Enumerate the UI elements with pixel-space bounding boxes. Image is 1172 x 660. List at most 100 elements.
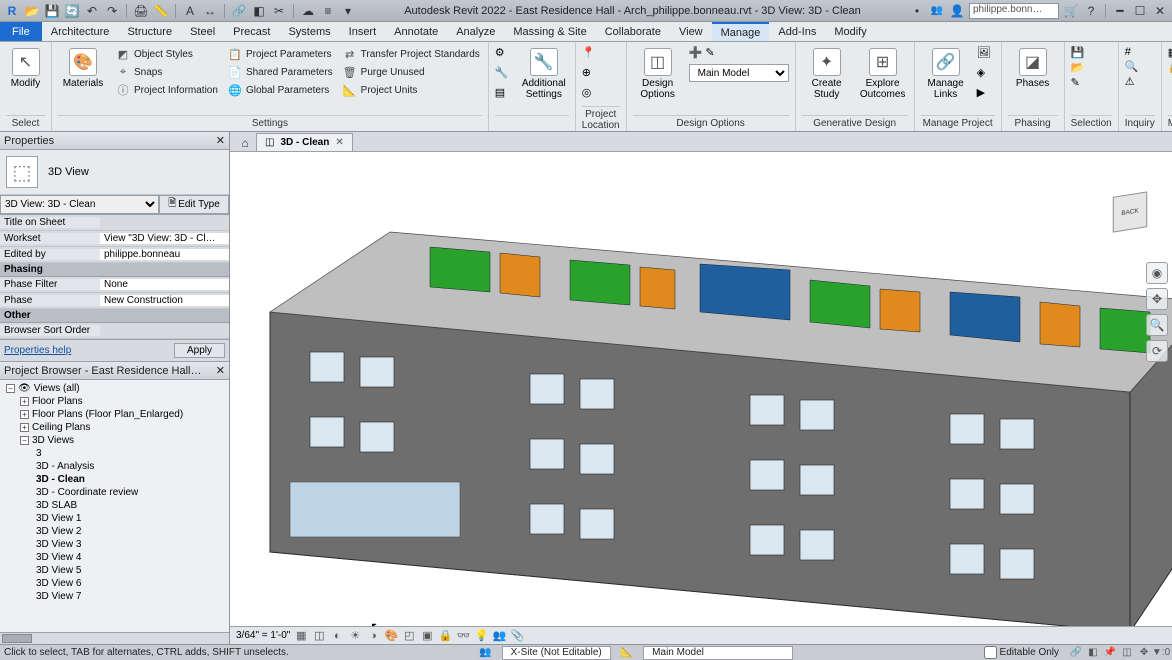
- ids-icon[interactable]: #: [1125, 46, 1139, 58]
- close-icon[interactable]: ✕: [1152, 3, 1168, 19]
- select-by-id-icon[interactable]: 🔍: [1125, 60, 1139, 73]
- tree-group[interactable]: +Floor Plans (Floor Plan_Enlarged): [6, 408, 229, 421]
- search-icon[interactable]: •: [909, 3, 925, 19]
- panel-phasing[interactable]: Phasing: [1008, 115, 1058, 131]
- prop-row[interactable]: Browser Sort Order: [0, 323, 229, 339]
- tab-precast[interactable]: Precast: [224, 22, 279, 41]
- model-icon[interactable]: 📐: [621, 647, 633, 658]
- maximize-icon[interactable]: ☐: [1132, 3, 1148, 19]
- tab-steel[interactable]: Steel: [181, 22, 224, 41]
- design-options-button[interactable]: ◫Design Options: [633, 44, 683, 100]
- rendering-icon[interactable]: 🎨: [384, 629, 398, 643]
- dimension-icon[interactable]: ↔: [202, 3, 218, 19]
- tab-view[interactable]: View: [670, 22, 712, 41]
- project-parameters-button[interactable]: 📋Project Parameters: [226, 46, 335, 62]
- signin-icon[interactable]: 👤: [949, 3, 965, 19]
- shared-parameters-button[interactable]: 📄Shared Parameters: [226, 64, 335, 80]
- visual-style-icon[interactable]: ◐: [330, 629, 344, 643]
- tree-view-item[interactable]: 3: [6, 447, 229, 460]
- tab-modify[interactable]: Modify: [825, 22, 875, 41]
- global-parameters-button[interactable]: 🌐Global Parameters: [226, 82, 335, 98]
- tree-group[interactable]: +Ceiling Plans: [6, 421, 229, 434]
- browser-header[interactable]: Project Browser - East Residence Hall - …: [0, 362, 229, 380]
- measure-icon[interactable]: 📏: [153, 3, 169, 19]
- collapse-icon[interactable]: −: [20, 436, 29, 445]
- panel-settings-icon[interactable]: ▤: [495, 86, 513, 104]
- starting-view-icon[interactable]: ▶: [977, 86, 995, 104]
- appstore-icon[interactable]: 🛒: [1063, 3, 1079, 19]
- panel-settings[interactable]: Settings: [58, 115, 482, 131]
- collapse-icon[interactable]: −: [6, 384, 15, 393]
- prop-row[interactable]: PhaseNew Construction: [0, 293, 229, 309]
- home-icon[interactable]: ⌂: [236, 135, 254, 151]
- prop-row[interactable]: Title on Sheet: [0, 215, 229, 231]
- close-icon[interactable]: ✕: [216, 134, 225, 147]
- panel-macros[interactable]: Macros: [1168, 115, 1172, 131]
- pan-icon[interactable]: ✥: [1146, 288, 1168, 310]
- tree-group[interactable]: +Floor Plans: [6, 395, 229, 408]
- shadows-icon[interactable]: ◑: [366, 629, 380, 643]
- steering-wheel-icon[interactable]: ◉: [1146, 262, 1168, 284]
- filter-icon[interactable]: ▼:0: [1154, 647, 1168, 659]
- view3d-icon[interactable]: ◧: [251, 3, 267, 19]
- panel-select[interactable]: Select: [6, 115, 45, 131]
- panel-location[interactable]: Project Location: [582, 106, 620, 133]
- manage-links-button[interactable]: 🔗Manage Links: [921, 44, 971, 100]
- manage-images-icon[interactable]: 🖼: [977, 46, 995, 64]
- editable-only-checkbox[interactable]: Editable Only: [984, 646, 1059, 659]
- undo-icon[interactable]: ↶: [84, 3, 100, 19]
- section-icon[interactable]: ✂: [271, 3, 287, 19]
- tree-view-item[interactable]: 3D View 7: [6, 590, 229, 603]
- object-styles-button[interactable]: ◩Object Styles: [114, 46, 220, 62]
- macro-security-icon[interactable]: 🔒: [1168, 61, 1172, 74]
- tree-view-item[interactable]: 3D - Coordinate review: [6, 486, 229, 499]
- decal-types-icon[interactable]: ◈: [977, 66, 995, 84]
- design-option-status[interactable]: Main Model: [643, 646, 793, 660]
- mep-settings-icon[interactable]: 🔧: [495, 66, 513, 84]
- user-icon[interactable]: 👥: [929, 3, 945, 19]
- tree-view-item[interactable]: 3D - Analysis: [6, 460, 229, 473]
- tab-systems[interactable]: Systems: [279, 22, 339, 41]
- worksharing-icon[interactable]: 👥: [492, 629, 506, 643]
- orbit-icon[interactable]: ⟳: [1146, 340, 1168, 362]
- prop-category-other[interactable]: Other: [0, 309, 229, 323]
- tab-addins[interactable]: Add-Ins: [769, 22, 825, 41]
- cloud-icon[interactable]: ☁: [300, 3, 316, 19]
- zoom-icon[interactable]: 🔍: [1146, 314, 1168, 336]
- user-label[interactable]: philippe.bonn…: [969, 3, 1059, 19]
- panel-selection[interactable]: Selection: [1071, 115, 1112, 131]
- scale-display[interactable]: 3/64" = 1'-0": [236, 630, 290, 641]
- prop-row[interactable]: Phase FilterNone: [0, 277, 229, 293]
- type-selector[interactable]: 3D View: 3D - Clean: [0, 195, 159, 214]
- crop-icon[interactable]: ◰: [402, 629, 416, 643]
- lock-icon[interactable]: 🔒: [438, 629, 452, 643]
- explore-outcomes-button[interactable]: ⊞Explore Outcomes: [858, 44, 908, 100]
- project-info-button[interactable]: ⓘProject Information: [114, 82, 220, 98]
- tree-view-item[interactable]: 3D View 6: [6, 577, 229, 590]
- location-icon[interactable]: 📍: [582, 46, 600, 64]
- project-browser[interactable]: −👁 Views (all) +Floor Plans +Floor Plans…: [0, 380, 229, 632]
- tree-view-item[interactable]: 3D View 1: [6, 512, 229, 525]
- save-selection-icon[interactable]: 💾: [1071, 46, 1085, 59]
- create-study-button[interactable]: ✦Create Study: [802, 44, 852, 100]
- properties-help-link[interactable]: Properties help: [4, 345, 71, 356]
- view-cube[interactable]: BACK: [1100, 182, 1160, 242]
- drag-icon[interactable]: ✥: [1137, 647, 1151, 659]
- select-links-icon[interactable]: 🔗: [1069, 647, 1083, 659]
- tree-root[interactable]: −👁 Views (all): [6, 382, 229, 395]
- macro-manager-icon[interactable]: ▦: [1168, 46, 1172, 59]
- prop-row[interactable]: WorksetView "3D View: 3D - Cl…: [0, 231, 229, 247]
- scale-icon[interactable]: ▦: [294, 629, 308, 643]
- expand-icon[interactable]: +: [20, 410, 29, 419]
- temp-hide-icon[interactable]: 👓: [456, 629, 470, 643]
- tree-view-item[interactable]: 3D View 2: [6, 525, 229, 538]
- select-face-icon[interactable]: ◫: [1120, 647, 1134, 659]
- workset-icon[interactable]: 👥: [479, 647, 491, 658]
- active-workset-select[interactable]: X-Site (Not Editable): [502, 646, 611, 660]
- struct-settings-icon[interactable]: ⚙: [495, 46, 513, 64]
- phases-button[interactable]: ◪Phases: [1008, 44, 1058, 89]
- tab-architecture[interactable]: Architecture: [42, 22, 119, 41]
- panel-design-options[interactable]: Design Options: [633, 115, 789, 131]
- open-icon[interactable]: 📂: [24, 3, 40, 19]
- expand-icon[interactable]: +: [20, 423, 29, 432]
